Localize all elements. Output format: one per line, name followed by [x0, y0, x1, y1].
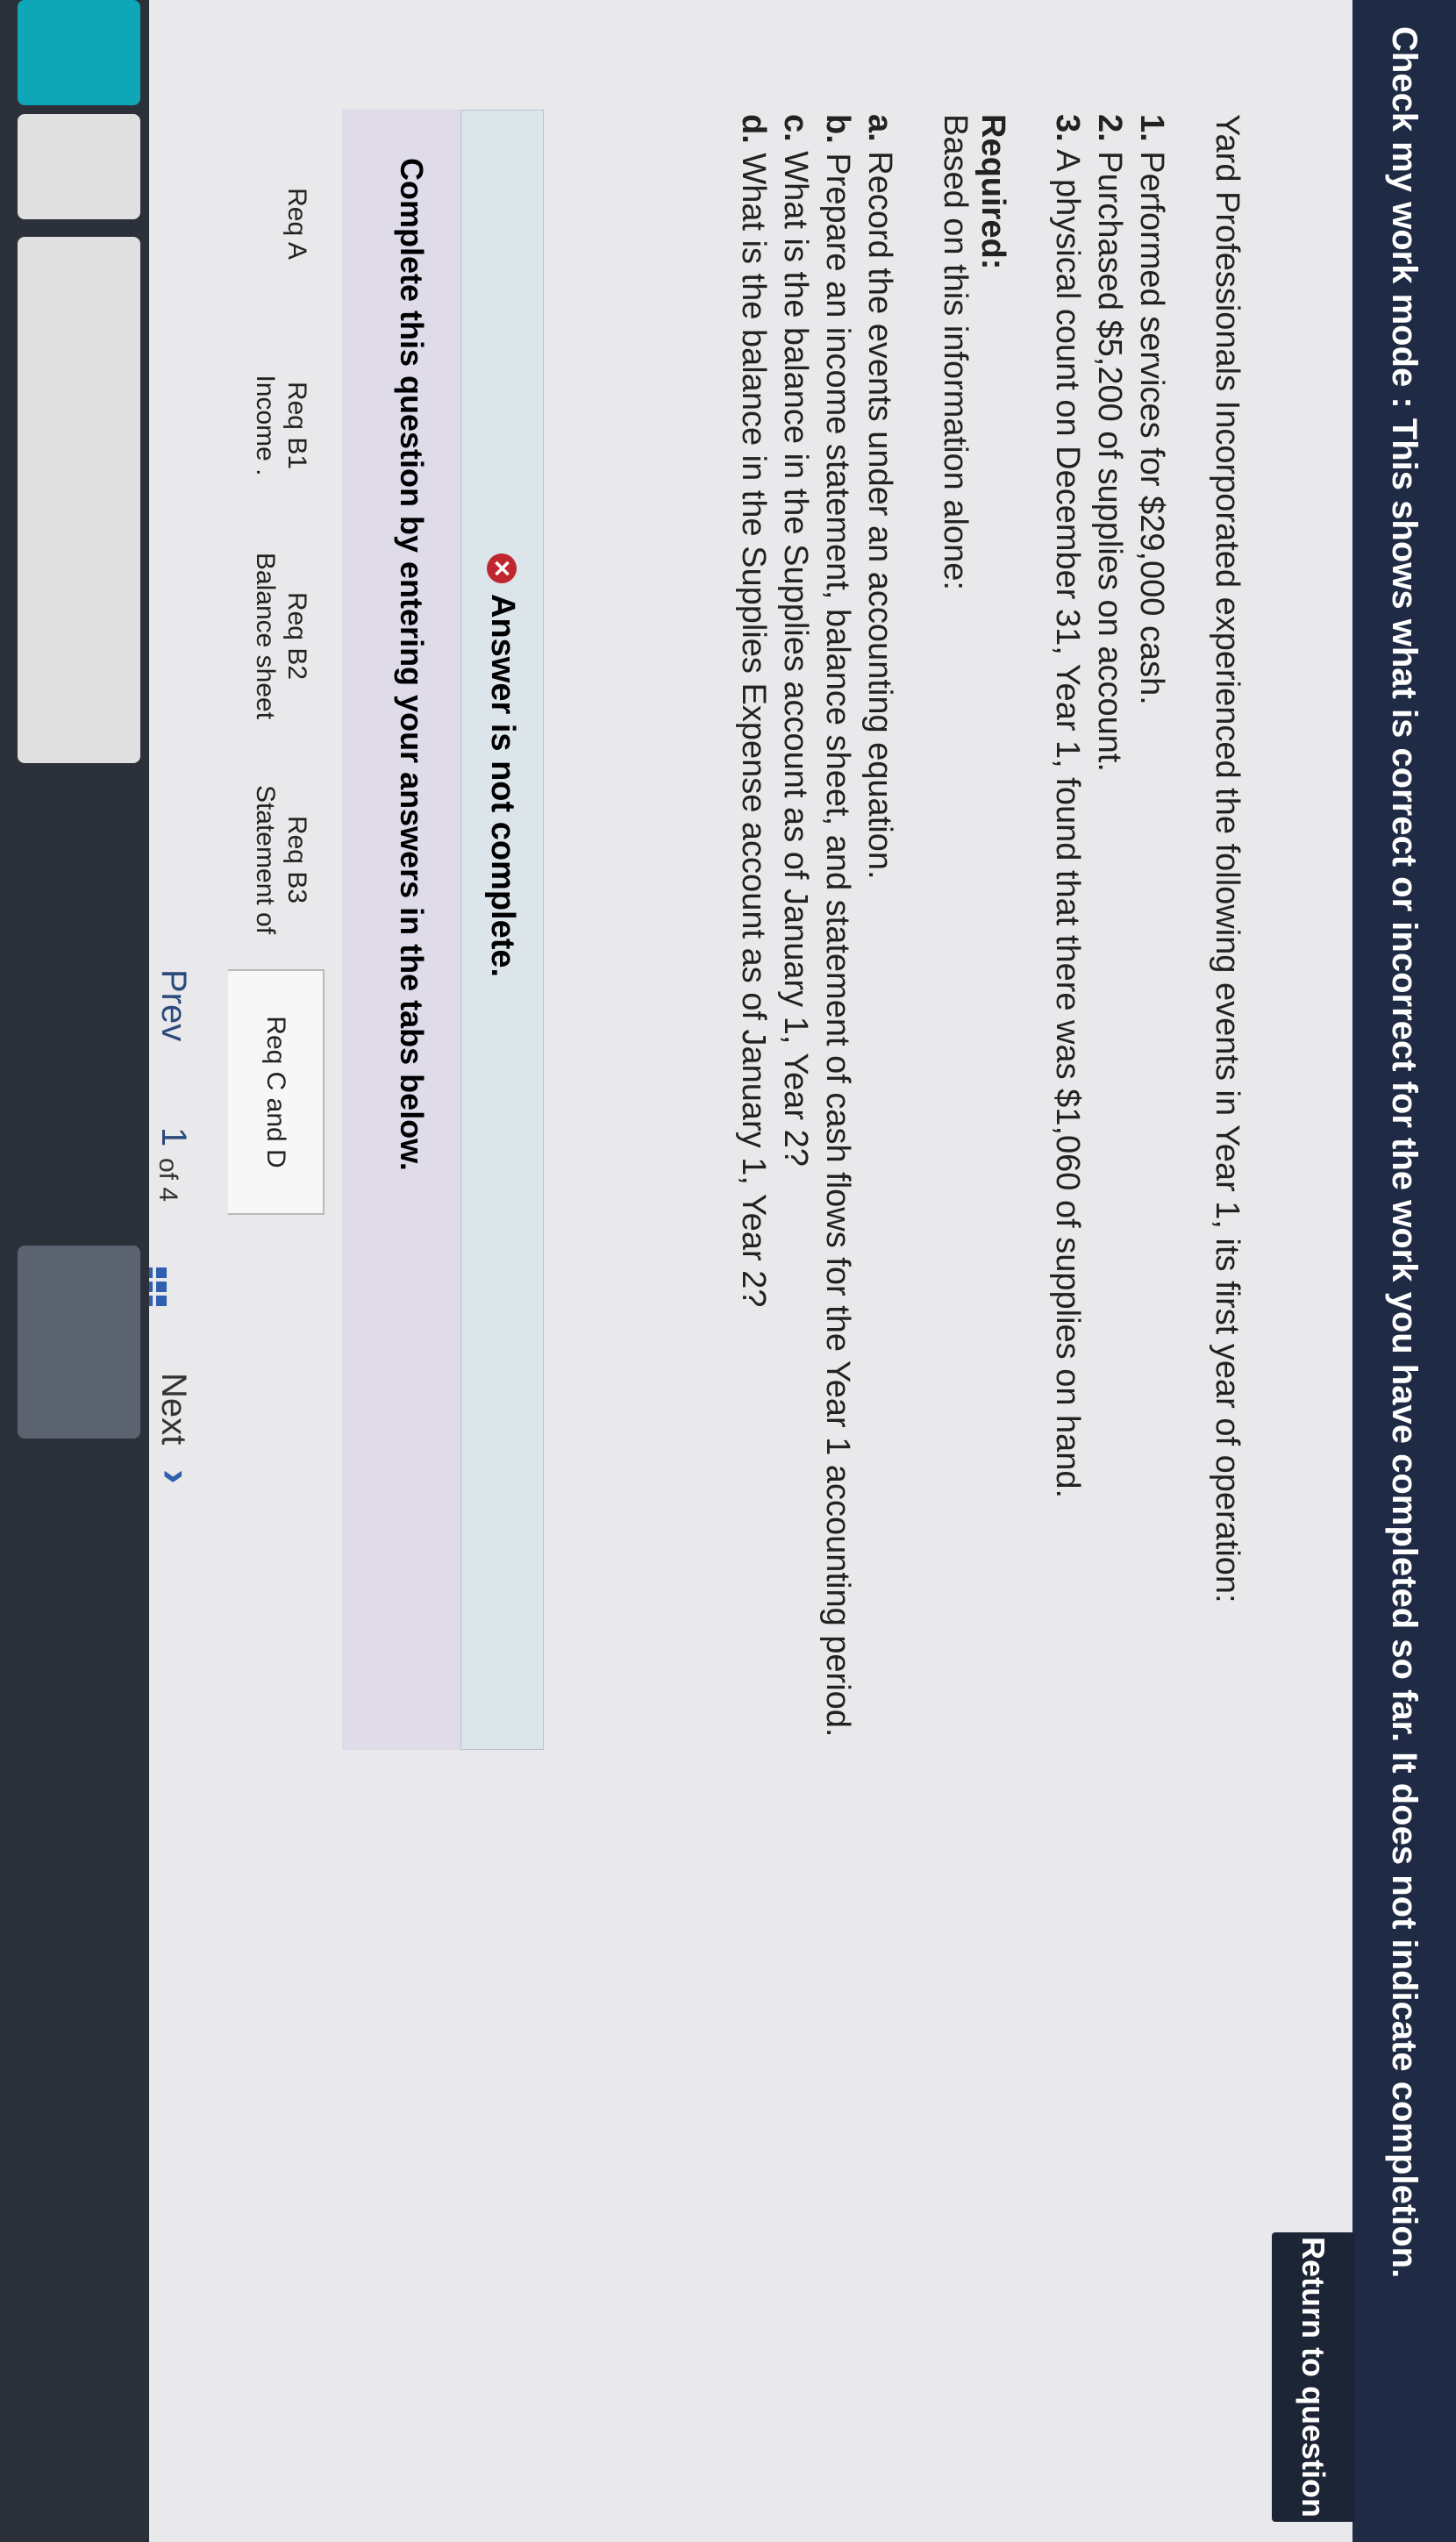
close-icon: ✕ — [487, 553, 517, 583]
return-to-question-button[interactable]: Return to question — [1272, 2232, 1355, 2522]
tab-label: Req B2 — [282, 591, 311, 681]
event-number: 2. — [1091, 114, 1128, 142]
req-letter: a. — [861, 114, 898, 142]
tab-req-b3[interactable]: Req B3 Statement of — [228, 754, 325, 965]
requirement-list: a. Record the events under an accounting… — [732, 114, 901, 2307]
required-heading: Required: — [974, 114, 1011, 270]
side-tab-2 — [18, 237, 140, 763]
tab-label: Req A — [282, 188, 311, 260]
prev-button[interactable]: Prev — [153, 969, 193, 1041]
required-subheading: Based on this information alone: — [937, 114, 974, 590]
event-text: Purchased $5,200 of supplies on account. — [1091, 151, 1128, 772]
list-item: c. What is the balance in the Supplies a… — [774, 114, 817, 2307]
side-tab-3 — [18, 1246, 140, 1439]
chevron-right-icon[interactable]: › — [151, 1469, 202, 1484]
side-tab-1 — [18, 114, 140, 219]
next-button[interactable]: Next — [153, 1373, 193, 1445]
req-text: What is the balance in the Supplies acco… — [777, 151, 814, 1167]
list-item: 2. Purchased $5,200 of supplies on accou… — [1088, 114, 1131, 2307]
answer-status-text: Answer is not complete. — [484, 594, 521, 978]
req-text: Prepare an income statement, balance she… — [819, 153, 856, 1738]
problem-content: Yard Professionals Incorporated experien… — [732, 114, 1245, 2307]
list-item: 1. Performed services for $29,000 cash. — [1131, 114, 1173, 2307]
event-list: 1. Performed services for $29,000 cash. … — [1046, 114, 1173, 2307]
list-item: d. What is the balance in the Supplies E… — [732, 114, 774, 2307]
list-item: a. Record the events under an accounting… — [859, 114, 901, 2307]
req-letter: d. — [735, 114, 772, 144]
side-tab-teal — [18, 0, 140, 105]
list-item: b. Prepare an income statement, balance … — [817, 114, 859, 2307]
tab-label: Req B1 — [282, 381, 311, 470]
req-letter: c. — [777, 114, 814, 142]
tab-sublabel: Income . — [251, 375, 280, 476]
tab-sublabel: Statement of — [251, 784, 280, 935]
tab-label: Req C and D — [261, 1016, 290, 1168]
page-current: 1 — [154, 1127, 193, 1147]
tab-req-b2[interactable]: Req B2 Balance sheet — [228, 526, 325, 746]
tab-req-a[interactable]: Req A — [228, 123, 325, 325]
event-number: 1. — [1133, 114, 1170, 142]
list-item: 3. A physical count on December 31, Year… — [1046, 114, 1088, 2307]
req-text: Record the events under an accounting eq… — [861, 151, 898, 880]
req-letter: b. — [819, 114, 856, 144]
tab-req-b1[interactable]: Req B1 Income . — [228, 325, 325, 526]
event-text: Performed services for $29,000 cash. — [1133, 151, 1170, 705]
page-of-label: of 4 — [153, 1158, 182, 1203]
mode-banner: Check my work mode : This shows what is … — [1353, 0, 1456, 2542]
event-text: A physical count on December 31, Year 1,… — [1049, 149, 1086, 1499]
tab-req-c-and-d[interactable]: Req C and D — [228, 969, 325, 1215]
page: Check my work mode : This shows what is … — [0, 0, 1456, 2542]
answer-status-box: ✕ Answer is not complete. — [460, 110, 544, 1750]
tab-sublabel: Balance sheet — [251, 552, 280, 720]
event-number: 3. — [1049, 114, 1086, 142]
problem-intro: Yard Professionals Incorporated experien… — [1209, 114, 1245, 1603]
instruction-text: Complete this question by entering your … — [394, 158, 430, 1171]
req-text: What is the balance in the Supplies Expe… — [735, 153, 772, 1308]
tab-label: Req B3 — [282, 815, 311, 904]
